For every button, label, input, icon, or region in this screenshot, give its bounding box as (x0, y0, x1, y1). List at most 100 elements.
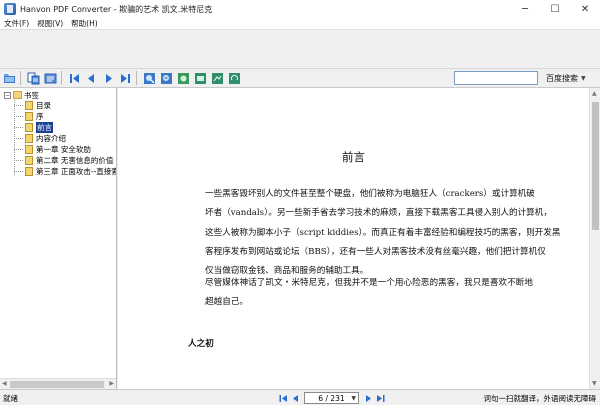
toolbar: 百度搜索 ▼ (0, 69, 600, 88)
status-prev-page-button[interactable] (289, 392, 301, 404)
bookmark-label: 前言 (36, 122, 53, 133)
first-page-icon (70, 73, 79, 83)
fit-width-icon (195, 72, 206, 84)
page-title: 前言 (342, 150, 365, 164)
text-line: 这些人被称为脚本小子（script kiddies）。而真正有着丰富经验和编程技… (205, 227, 561, 238)
open-folder-button[interactable] (2, 71, 17, 86)
collapse-icon[interactable]: − (4, 91, 11, 99)
rotate-icon (229, 72, 240, 84)
bookmark-item-chapter-1[interactable]: 第一章 安全软肋 (0, 144, 116, 155)
search-input[interactable] (454, 71, 538, 85)
bookmark-root-label: 书签 (24, 90, 39, 100)
status-hint: 词句一扫就翻译，外语阅读无障碍 (483, 394, 597, 403)
chevron-down-icon[interactable]: ▼ (581, 75, 586, 82)
prev-page-icon (292, 394, 298, 402)
scroll-right-icon[interactable]: ▶ (109, 380, 114, 387)
status-next-page-button[interactable] (362, 392, 374, 404)
bookmark-folder-icon (13, 91, 22, 99)
last-page-icon (121, 73, 130, 83)
fit-page-button[interactable] (176, 71, 191, 86)
toolbar-separator (20, 71, 21, 85)
text-line: 一些黑客毁坏别人的文件甚至整个硬盘，他们被称为电脑狂人（crackers）或计算… (205, 189, 535, 199)
baidu-search-button[interactable]: 百度搜索 ▼ (546, 72, 586, 85)
page-number-value: 6 / 231 (318, 393, 345, 403)
window-controls: ─ ☐ ✕ (510, 0, 600, 18)
last-page-button[interactable] (118, 71, 133, 86)
prev-page-button[interactable] (84, 71, 99, 86)
bookmark-panel: − 书签 目录 序 前言 内容介绍 第一章 安全软肋 第二章 无害信息的价值 第… (0, 88, 117, 389)
rotate-button[interactable] (227, 71, 242, 86)
section-heading: 人之初 (188, 339, 214, 349)
page-navigator: 6 / 231 ▼ (277, 392, 386, 404)
toolbar-separator (61, 71, 62, 85)
document-viewer[interactable]: 前言 一些黑客毁坏别人的文件甚至整个硬盘，他们被称为电脑狂人（crackers）… (118, 88, 589, 389)
first-page-button[interactable] (67, 71, 82, 86)
fit-page-icon (178, 72, 189, 84)
bookmark-item-intro[interactable]: 内容介绍 (0, 133, 116, 144)
bookmark-item-chapter-3[interactable]: 第三章 正面攻击--直接索取 (0, 166, 116, 177)
actual-size-icon (212, 72, 223, 84)
convert-doc-button[interactable] (26, 71, 41, 86)
bookmark-page-icon (25, 167, 33, 176)
baidu-search-label: 百度搜索 (546, 74, 578, 83)
bookmark-label: 序 (36, 112, 44, 121)
convert-page-icon (44, 73, 57, 83)
text-line: 超越自己。 (205, 297, 248, 308)
paragraph-1: 一些黑客毁坏别人的文件甚至整个硬盘，他们被称为电脑狂人（crackers）或计算… (188, 185, 561, 281)
bookmark-item-preface[interactable]: 序 (0, 111, 116, 122)
status-last-page-button[interactable] (374, 392, 386, 404)
scroll-down-icon[interactable]: ▼ (592, 380, 597, 387)
status-text: 就绪 (3, 394, 18, 403)
next-page-button[interactable] (101, 71, 116, 86)
bookmark-page-icon (25, 112, 33, 121)
menu-bar: 文件(F) 视图(V) 帮助(H) (0, 18, 600, 30)
bookmark-label: 目录 (36, 101, 51, 110)
sidebar-horizontal-scrollbar[interactable]: ◀ ▶ (0, 378, 116, 389)
close-button[interactable]: ✕ (570, 0, 600, 18)
title-bar: Hanvon PDF Converter - 欺骗的艺术 凯文.米特尼克 ─ ☐… (0, 0, 600, 18)
text-line: 坏者（vandals）。另一些新手省去学习技术的麻烦，直接下载黑客工具侵入别人的… (205, 208, 552, 219)
zoom-in-icon (144, 72, 155, 84)
bookmark-page-icon (25, 156, 33, 165)
paragraph-2: 尽管媒体神话了凯文・米特尼克，但我并不是一个用心险恶的黑客，我只是喜欢不断地 超… (188, 274, 533, 313)
bookmark-page-icon (25, 134, 33, 143)
maximize-button[interactable]: ☐ (540, 0, 570, 18)
menu-help[interactable]: 帮助(H) (67, 18, 102, 30)
actual-size-button[interactable] (210, 71, 225, 86)
ribbon-area (0, 30, 600, 69)
bookmark-label: 第一章 安全软肋 (36, 145, 91, 154)
scroll-left-icon[interactable]: ◀ (2, 380, 7, 387)
zoom-in-button[interactable] (142, 71, 157, 86)
bookmark-item-chapter-2[interactable]: 第二章 无害信息的价值 (0, 155, 116, 166)
toolbar-separator (136, 71, 137, 85)
first-page-icon (279, 394, 287, 402)
bookmark-label: 第三章 正面攻击--直接索取 (36, 167, 116, 176)
bookmark-tree: − 书签 目录 序 前言 内容介绍 第一章 安全软肋 第二章 无害信息的价值 第… (0, 88, 116, 177)
bookmark-label: 第二章 无害信息的价值 (36, 156, 114, 165)
minimize-button[interactable]: ─ (510, 0, 540, 18)
scrollbar-thumb[interactable] (10, 381, 104, 388)
chevron-down-icon[interactable]: ▼ (351, 393, 356, 404)
scrollbar-thumb[interactable] (592, 102, 599, 230)
bookmark-label: 内容介绍 (36, 134, 66, 143)
menu-view[interactable]: 视图(V) (33, 18, 67, 30)
fit-width-button[interactable] (193, 71, 208, 86)
scroll-up-icon[interactable]: ▲ (592, 90, 597, 97)
bookmark-item-foreword[interactable]: 前言 (0, 122, 116, 133)
next-page-icon (365, 394, 371, 402)
bookmark-root[interactable]: − 书签 (0, 90, 116, 100)
bookmark-page-icon (25, 145, 33, 154)
zoom-out-icon (161, 72, 172, 84)
app-icon (4, 3, 16, 15)
window-title: Hanvon PDF Converter - 欺骗的艺术 凯文.米特尼克 (20, 4, 213, 14)
menu-file[interactable]: 文件(F) (0, 18, 33, 30)
viewer-vertical-scrollbar[interactable]: ▲ ▼ (589, 88, 600, 389)
convert-doc-icon (27, 72, 40, 84)
bookmark-item-toc[interactable]: 目录 (0, 100, 116, 111)
status-bar: 就绪 6 / 231 ▼ 词句一扫就翻译，外语阅读无障碍 (0, 389, 600, 405)
page-number-select[interactable]: 6 / 231 ▼ (304, 392, 359, 404)
next-page-icon (106, 73, 112, 83)
zoom-out-button[interactable] (159, 71, 174, 86)
status-first-page-button[interactable] (277, 392, 289, 404)
convert-page-button[interactable] (43, 71, 58, 86)
